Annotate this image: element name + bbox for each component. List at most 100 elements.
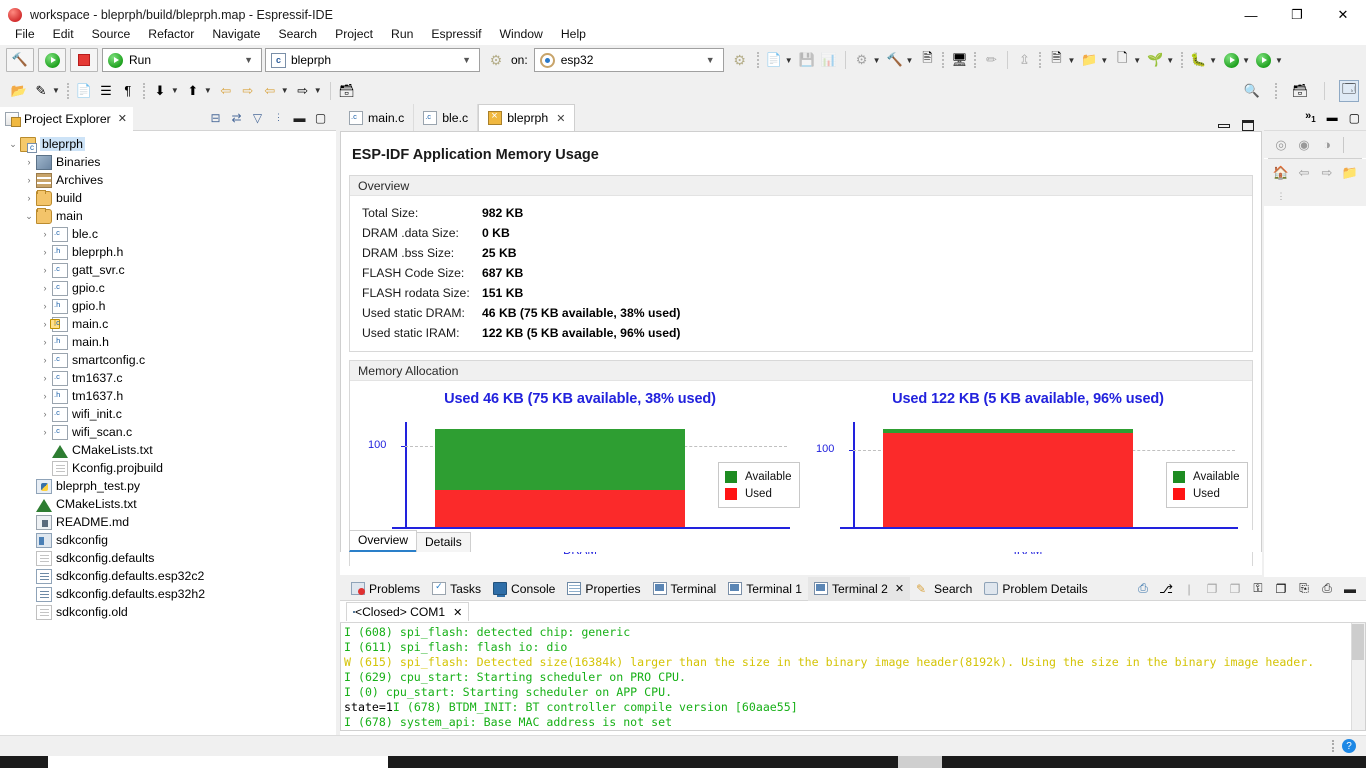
- copy-all-icon[interactable]: ⚿: [1248, 579, 1268, 599]
- new-perspective-icon[interactable]: 🗃: [1290, 80, 1310, 102]
- tree-item-wifi-init-c[interactable]: › wifi_init.c: [0, 405, 336, 423]
- new-c-project-icon[interactable]: 🗎: [1046, 49, 1066, 71]
- chevron-down-icon[interactable]: ▼: [1067, 56, 1075, 65]
- chevron-down-icon[interactable]: ▼: [1242, 56, 1250, 65]
- scroll-lock-icon[interactable]: ⎘: [1294, 579, 1314, 599]
- chevron-down-icon[interactable]: ▼: [1166, 56, 1174, 65]
- editor-bottom-tab-details[interactable]: Details: [416, 532, 471, 552]
- tree-item-gatt-svr-c[interactable]: › gatt_svr.c: [0, 261, 336, 279]
- minimize-icon[interactable]: ▬: [289, 108, 310, 128]
- run-button[interactable]: [38, 48, 66, 72]
- console-tab-terminal[interactable]: Terminal: [647, 577, 723, 601]
- tree-item-sdkconfig-old[interactable]: sdkconfig.old: [0, 603, 336, 621]
- menu-source[interactable]: Source: [83, 25, 140, 43]
- editor-tab-main-c[interactable]: main.c: [340, 104, 415, 131]
- chevron-right-icon[interactable]: ›: [38, 283, 52, 293]
- console-tab-console[interactable]: Console: [487, 577, 561, 601]
- menu-espressif[interactable]: Espressif: [422, 25, 490, 43]
- maximize-icon[interactable]: ▬: [1340, 579, 1360, 599]
- new-component-icon[interactable]: 📁: [1079, 49, 1099, 71]
- console-tab-problems[interactable]: Problems: [345, 577, 426, 601]
- binary-010-icon[interactable]: 🖹: [917, 49, 937, 71]
- chevron-down-icon[interactable]: ▼: [456, 55, 477, 65]
- tree-item-smartconfig-c[interactable]: › smartconfig.c: [0, 351, 336, 369]
- add-breakpoint-icon[interactable]: ◎: [1272, 136, 1290, 154]
- mark-occurrence-next-icon[interactable]: ⇨: [238, 80, 258, 102]
- link-with-editor-icon[interactable]: ⇄: [226, 108, 247, 128]
- chevron-down-icon[interactable]: ▼: [238, 55, 259, 65]
- minimize-icon[interactable]: ⎙: [1317, 579, 1337, 599]
- chevron-down-icon[interactable]: ▼: [281, 86, 289, 95]
- console-tab-search[interactable]: ✎ Search: [910, 577, 978, 601]
- tree-item-bleprph-h[interactable]: › bleprph.h: [0, 243, 336, 261]
- chevron-right-icon[interactable]: ›: [38, 409, 52, 419]
- skip-breakpoint-icon[interactable]: ◑: [1318, 136, 1336, 154]
- minimize-icon[interactable]: ▬: [1327, 112, 1338, 124]
- menu-run[interactable]: Run: [382, 25, 422, 43]
- new-git-icon[interactable]: 🌱: [1145, 49, 1165, 71]
- console-tab-terminal-1[interactable]: Terminal 1: [722, 577, 808, 601]
- console-tab-tasks[interactable]: Tasks: [426, 577, 487, 601]
- save-as-icon[interactable]: ⬇: [150, 80, 170, 102]
- toggle-connection-icon[interactable]: ⎇: [1156, 579, 1176, 599]
- export-icon[interactable]: ⬆: [183, 80, 203, 102]
- new-file-icon[interactable]: 📄: [764, 49, 784, 71]
- tree-item-main-h[interactable]: › main.h: [0, 333, 336, 351]
- search-magnifier-icon[interactable]: 🔍: [1242, 80, 1262, 102]
- close-icon[interactable]: ✕: [118, 112, 127, 125]
- chevron-right-icon[interactable]: ›: [38, 373, 52, 383]
- mark-occurrence-prev-icon[interactable]: ⇦: [216, 80, 236, 102]
- launch-mode-combo[interactable]: Run ▼: [102, 48, 262, 72]
- forward-nav-icon[interactable]: ⇨: [293, 80, 313, 102]
- view-menu-icon[interactable]: ⋮: [268, 108, 289, 128]
- paste-special-icon[interactable]: ❐: [1202, 579, 1222, 599]
- run-play-icon[interactable]: [1221, 49, 1241, 71]
- tree-item-cmakelists-txt[interactable]: CMakeLists.txt: [0, 441, 336, 459]
- console-tab-properties[interactable]: Properties: [561, 577, 646, 601]
- launch-config-combo[interactable]: c bleprph ▼: [265, 48, 480, 72]
- chevron-down-icon[interactable]: ▼: [314, 86, 322, 95]
- menu-edit[interactable]: Edit: [44, 25, 83, 43]
- paste-icon[interactable]: ❐: [1271, 579, 1291, 599]
- chevron-right-icon[interactable]: ›: [38, 337, 52, 347]
- chevron-down-icon[interactable]: ▼: [700, 55, 721, 65]
- menu-help[interactable]: Help: [552, 25, 595, 43]
- tree-item-kconfig-projbuild[interactable]: Kconfig.projbuild: [0, 459, 336, 477]
- restore-views-icon[interactable]: »1: [1305, 110, 1316, 124]
- chevron-down-icon[interactable]: ▼: [1133, 56, 1141, 65]
- home-icon[interactable]: 🏠: [1272, 164, 1290, 182]
- chevron-right-icon[interactable]: ›: [38, 391, 52, 401]
- target-combo[interactable]: esp32 ▼: [533, 48, 724, 72]
- chevron-down-icon[interactable]: ▼: [52, 86, 60, 95]
- run-coverage-icon[interactable]: [1254, 49, 1274, 71]
- tree-item-binaries[interactable]: › Binaries: [0, 153, 336, 171]
- back-arrow-icon[interactable]: ⇦: [1295, 164, 1313, 182]
- tree-item-main-c[interactable]: ›main.c: [0, 315, 336, 333]
- close-icon[interactable]: ✕: [453, 606, 462, 619]
- target-gear-icon[interactable]: ⚙: [732, 52, 748, 68]
- save-all-icon[interactable]: 📊: [819, 49, 839, 71]
- chevron-right-icon[interactable]: ›: [22, 157, 36, 167]
- tree-item-sdkconfig-defaults[interactable]: sdkconfig.defaults: [0, 549, 336, 567]
- menu-navigate[interactable]: Navigate: [203, 25, 269, 43]
- tree-item-sdkconfig-defaults-esp32c2[interactable]: sdkconfig.defaults.esp32c2: [0, 567, 336, 585]
- minimize-icon[interactable]: [1218, 123, 1230, 128]
- chevron-right-icon[interactable]: ›: [22, 175, 36, 185]
- forward-arrow-icon[interactable]: ⇨: [1318, 164, 1336, 182]
- help-icon[interactable]: ?: [1342, 739, 1356, 753]
- maximize-icon[interactable]: ▢: [310, 108, 331, 128]
- indent-icon[interactable]: 📄: [74, 80, 94, 102]
- scrollbar-thumb[interactable]: [1352, 624, 1364, 660]
- editor-bottom-tab-overview[interactable]: Overview: [349, 530, 418, 552]
- back-nav-icon[interactable]: ⇦: [260, 80, 280, 102]
- maximize-icon[interactable]: ▢: [1349, 111, 1360, 125]
- paragraph-icon[interactable]: ¶: [118, 80, 138, 102]
- terminal-connection-tab[interactable]: <Closed> COM1 ✕: [346, 602, 470, 621]
- project-tree[interactable]: ⌄ bleprph › Binaries › Archives › build ⌄ main › bl…: [0, 131, 336, 621]
- terminal-output[interactable]: I (608) spi_flash: detected chip: generi…: [340, 623, 1366, 731]
- menu-search[interactable]: Search: [269, 25, 326, 43]
- tree-item-archives[interactable]: › Archives: [0, 171, 336, 189]
- debug-bug-icon[interactable]: 🐛: [1188, 49, 1208, 71]
- menu-project[interactable]: Project: [326, 25, 382, 43]
- close-icon[interactable]: ✕: [895, 582, 904, 595]
